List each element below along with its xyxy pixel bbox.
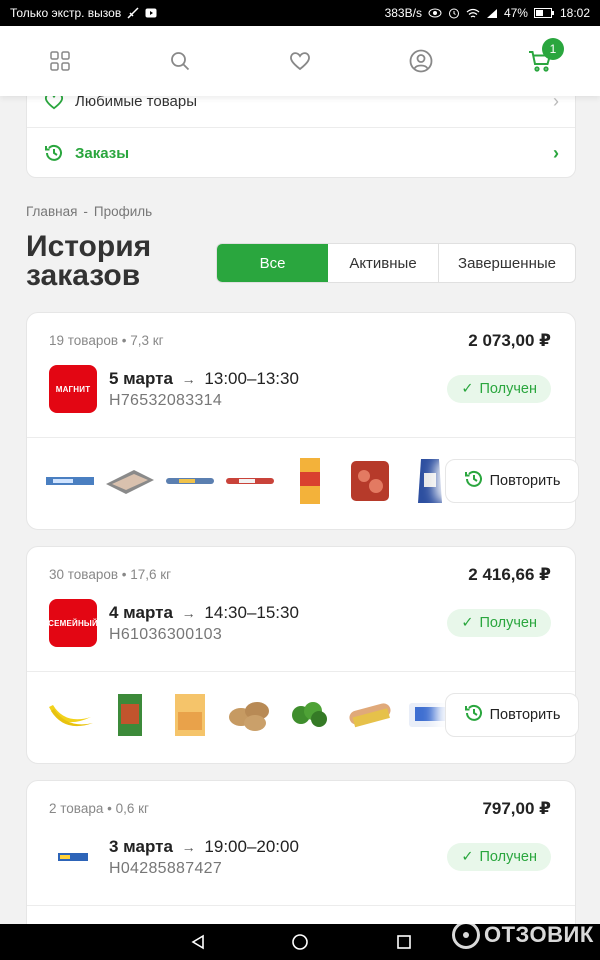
order-filter-tabs: Все Активные Завершенные xyxy=(216,243,576,283)
arrow-right-icon: → xyxy=(181,371,196,387)
repeat-icon xyxy=(464,703,484,727)
order-meta: 19 товаров • 7,3 кг xyxy=(49,333,164,348)
arrow-right-icon: → xyxy=(181,839,196,855)
product-thumbnail-fish xyxy=(103,454,157,508)
arrow-right-icon: → xyxy=(181,605,196,621)
recents-icon[interactable] xyxy=(394,932,414,952)
product-thumbnail-tea xyxy=(103,688,157,742)
profile-icon[interactable] xyxy=(406,46,436,76)
order-meta: 2 товара • 0,6 кг xyxy=(49,801,149,816)
search-icon[interactable] xyxy=(165,46,195,76)
order-delivery: 5 марта → 13:00–13:30 xyxy=(109,369,299,389)
repeat-label: Повторить xyxy=(489,707,561,723)
breadcrumb-home[interactable]: Главная xyxy=(26,204,77,219)
breadcrumb: Главная - Профиль xyxy=(26,204,152,219)
order-delivery: 4 марта → 14:30–15:30 xyxy=(109,603,299,623)
product-thumbnail-box xyxy=(283,454,337,508)
order-date: 4 марта xyxy=(109,603,173,622)
store-logo xyxy=(49,833,97,881)
repeat-order-button[interactable]: Повторить xyxy=(445,693,579,737)
eye-icon xyxy=(428,8,442,18)
check-icon: ✓ xyxy=(461,849,474,865)
order-time-range: 13:00–13:30 xyxy=(204,369,299,388)
battery-icon xyxy=(533,8,554,18)
home-icon[interactable] xyxy=(290,932,310,952)
order-price: 797,00 ₽ xyxy=(482,799,551,818)
check-icon: ✓ xyxy=(461,381,474,397)
product-thumbnail-candy xyxy=(223,454,277,508)
divider xyxy=(27,671,575,672)
product-thumbnail-greens xyxy=(283,688,337,742)
repeat-icon xyxy=(464,469,484,493)
watermark: ОТЗОВИК xyxy=(452,918,594,952)
back-icon[interactable] xyxy=(188,932,208,952)
store-logo: МАГНИТ xyxy=(49,365,97,413)
product-thumbnail-sausages xyxy=(343,688,397,742)
breadcrumb-current[interactable]: Профиль xyxy=(94,204,152,219)
status-bar: Только экстр. вызов 383B/s 47% 18:02 xyxy=(0,0,600,26)
wifi-icon xyxy=(466,8,480,19)
watermark-text: ОТЗОВИК xyxy=(484,922,594,947)
order-number: H76532083314 xyxy=(109,392,223,409)
repeat-label: Повторить xyxy=(489,473,561,489)
product-thumbnail-pack xyxy=(163,454,217,508)
history-icon xyxy=(43,142,65,164)
breadcrumb-separator: - xyxy=(83,204,88,219)
catalog-grid-icon[interactable] xyxy=(45,46,75,76)
order-time-range: 14:30–15:30 xyxy=(204,603,299,622)
store-logo-text: СЕМЕЙНЫЙ xyxy=(48,618,98,628)
tab-completed[interactable]: Завершенные xyxy=(439,244,575,282)
order-delivery: 3 марта → 19:00–20:00 xyxy=(109,837,299,857)
store-logo-text: МАГНИТ xyxy=(55,384,91,394)
order-price: 2 416,66 ₽ xyxy=(468,565,551,584)
order-meta: 30 товаров • 17,6 кг xyxy=(49,567,172,582)
signal-icon xyxy=(486,8,498,19)
menu-item-orders[interactable]: Заказы › xyxy=(27,127,575,179)
product-thumbnails xyxy=(43,683,463,747)
status-label: Получен xyxy=(479,849,537,865)
product-thumbnail-wrap xyxy=(43,454,97,508)
carrier-text: Только экстр. вызов xyxy=(10,6,122,20)
tab-all[interactable]: Все xyxy=(217,244,328,282)
product-thumbnail-potatoes xyxy=(223,688,277,742)
tab-active[interactable]: Активные xyxy=(328,244,439,282)
product-thumbnail-meat xyxy=(343,454,397,508)
order-card[interactable]: 30 товаров • 17,6 кг 2 416,66 ₽ СЕМЕЙНЫЙ… xyxy=(26,546,579,764)
product-thumbnail-oats xyxy=(163,688,217,742)
no-sim-icon xyxy=(127,7,139,19)
divider xyxy=(27,905,575,906)
order-time-range: 19:00–20:00 xyxy=(204,837,299,856)
product-thumbnail-bananas xyxy=(43,688,97,742)
order-price: 2 073,00 ₽ xyxy=(468,331,551,350)
store-logo: СЕМЕЙНЫЙ xyxy=(48,599,98,647)
watermark-logo-icon xyxy=(452,921,480,949)
battery-percent: 47% xyxy=(503,6,528,20)
heart-icon[interactable] xyxy=(285,46,315,76)
status-label: Получен xyxy=(479,615,537,631)
repeat-order-button[interactable]: Повторить xyxy=(445,459,579,503)
page-title: История заказов xyxy=(26,230,152,292)
divider xyxy=(27,437,575,438)
order-date: 5 марта xyxy=(109,369,173,388)
status-badge: ✓ Получен xyxy=(447,843,551,871)
order-card[interactable]: 19 товаров • 7,3 кг 2 073,00 ₽ МАГНИТ 5 … xyxy=(26,312,579,530)
check-icon: ✓ xyxy=(461,615,474,631)
top-navigation xyxy=(0,26,600,96)
media-icon xyxy=(145,8,157,18)
status-label: Получен xyxy=(479,381,537,397)
order-date: 3 марта xyxy=(109,837,173,856)
status-badge: ✓ Получен xyxy=(447,609,551,637)
chevron-right-icon: › xyxy=(553,142,559,163)
product-thumbnails xyxy=(43,449,463,513)
cart-count-badge: 1 xyxy=(542,38,564,60)
order-number: H61036300103 xyxy=(109,626,223,643)
menu-item-label: Заказы xyxy=(75,144,130,162)
status-badge: ✓ Получен xyxy=(447,375,551,403)
network-speed: 383B/s xyxy=(384,6,422,20)
order-number: H04285887427 xyxy=(109,860,223,877)
alarm-icon xyxy=(448,7,460,19)
clock: 18:02 xyxy=(559,6,590,20)
